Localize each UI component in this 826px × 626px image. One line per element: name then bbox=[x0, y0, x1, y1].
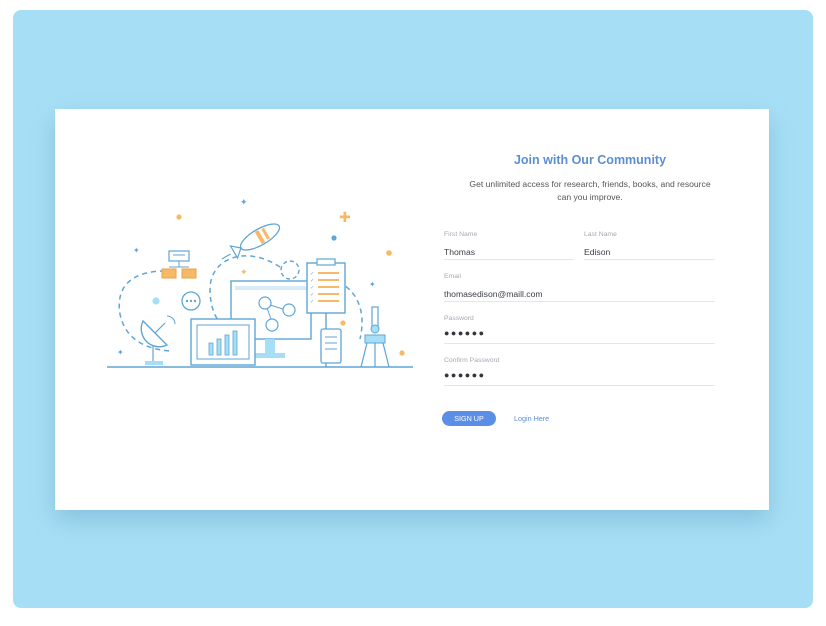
svg-text:✓: ✓ bbox=[310, 292, 314, 298]
satellite-dish-icon bbox=[140, 315, 176, 365]
last-name-label: Last Name bbox=[584, 231, 617, 238]
svg-text:✦: ✦ bbox=[240, 198, 248, 208]
email-label: Email bbox=[444, 273, 461, 280]
first-name-input[interactable]: Thomas bbox=[444, 247, 475, 257]
email-input[interactable]: thomasedison@maill.com bbox=[444, 289, 543, 299]
svg-text:✓: ✓ bbox=[310, 299, 314, 305]
last-name-field[interactable]: Last Name Edison bbox=[584, 231, 715, 260]
svg-text:✓: ✓ bbox=[310, 271, 314, 277]
signup-card: ✓ ✓ ✓ ✓ ✓ ✚ ✦ ✦ ✦ ✦ ✦ Join with Our Comm… bbox=[55, 109, 769, 510]
first-name-label: First Name bbox=[444, 231, 478, 238]
password-input[interactable]: ●●●●●● bbox=[444, 328, 486, 338]
svg-text:✓: ✓ bbox=[310, 285, 314, 291]
svg-text:✦: ✦ bbox=[117, 348, 124, 357]
community-illustration: ✓ ✓ ✓ ✓ ✓ ✚ ✦ ✦ ✦ ✦ ✦ bbox=[107, 198, 413, 368]
signup-button[interactable]: SIGN UP bbox=[442, 411, 496, 426]
confirm-password-field[interactable]: Confirm Password ●●●●●● bbox=[444, 357, 715, 386]
password-label: Password bbox=[444, 315, 474, 322]
login-link[interactable]: Login Here bbox=[514, 414, 549, 423]
svg-text:✦: ✦ bbox=[240, 268, 248, 278]
phone-icon bbox=[320, 328, 342, 364]
confirm-password-label: Confirm Password bbox=[444, 357, 500, 364]
form-subtitle: Get unlimited access for research, frien… bbox=[469, 179, 711, 202]
flowchart-icon bbox=[161, 250, 197, 279]
email-field[interactable]: Email thomasedison@maill.com bbox=[444, 273, 715, 302]
svg-text:✦: ✦ bbox=[369, 280, 376, 289]
svg-text:✓: ✓ bbox=[310, 278, 314, 284]
first-name-field[interactable]: First Name Thomas bbox=[444, 231, 574, 260]
chat-bubble-icon bbox=[181, 291, 201, 311]
form-title: Join with Our Community bbox=[513, 153, 667, 167]
svg-text:✦: ✦ bbox=[133, 246, 140, 255]
password-field[interactable]: Password ●●●●●● bbox=[444, 315, 715, 344]
rocket-icon bbox=[221, 223, 281, 260]
last-name-input[interactable]: Edison bbox=[584, 247, 610, 257]
microscope-icon bbox=[360, 306, 390, 368]
tablet-chart-icon bbox=[190, 318, 256, 366]
svg-text:✚: ✚ bbox=[339, 210, 351, 226]
confirm-password-input[interactable]: ●●●●●● bbox=[444, 370, 486, 380]
